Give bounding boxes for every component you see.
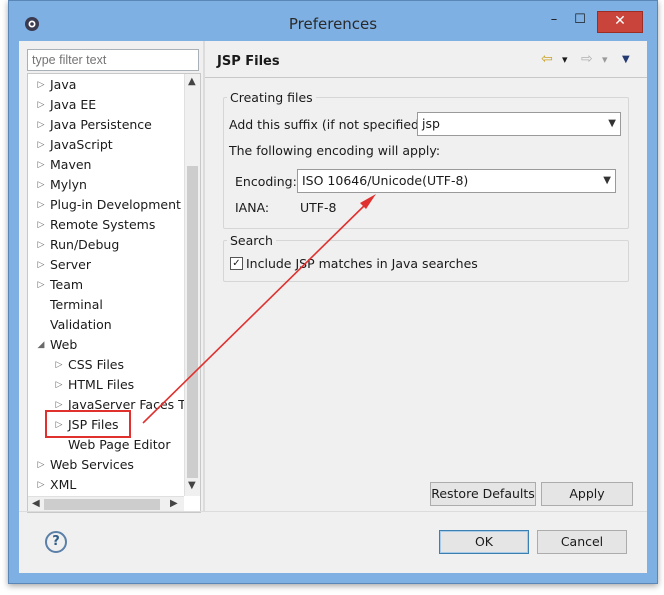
annotation-arrow (142, 194, 376, 424)
